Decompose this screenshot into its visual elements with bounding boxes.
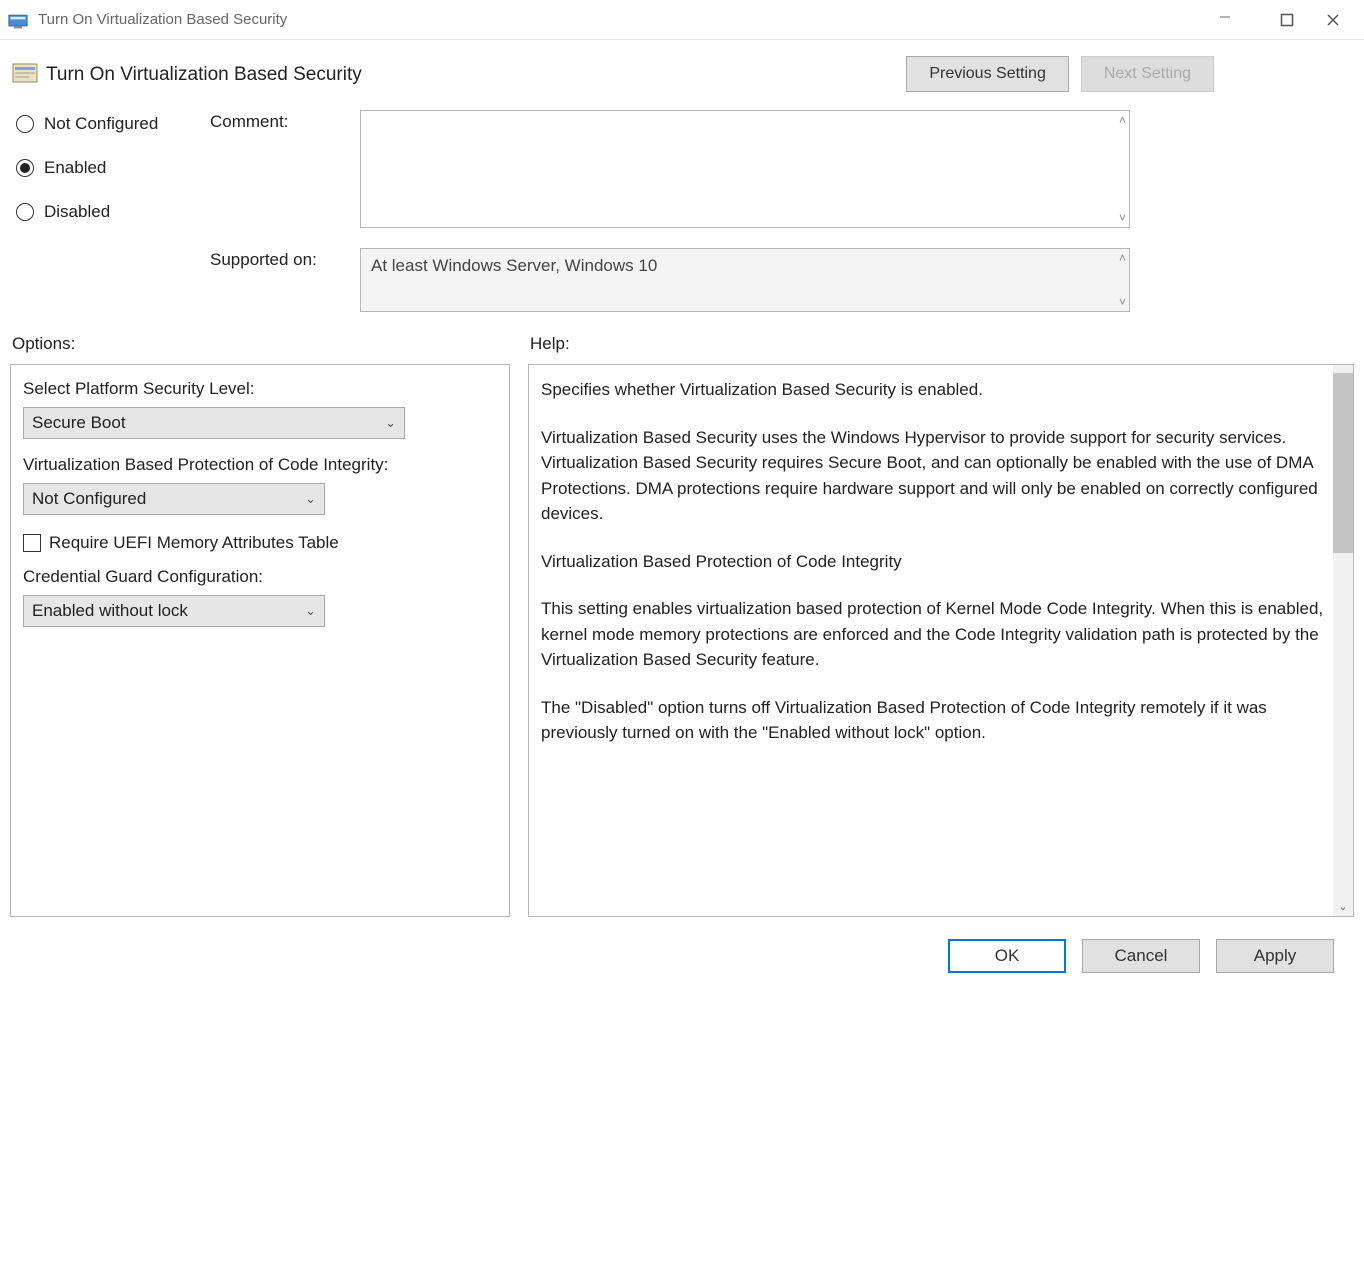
vbp-code-integrity-label: Virtualization Based Protection of Code …	[23, 455, 497, 475]
minimize-button[interactable]	[1218, 6, 1264, 34]
scroll-down-icon[interactable]: ˅	[1119, 295, 1126, 309]
select-value: Not Configured	[32, 489, 146, 509]
window-titlebar: Turn On Virtualization Based Security	[0, 0, 1364, 40]
header-row: Turn On Virtualization Based Security Pr…	[10, 50, 1354, 110]
radio-disabled[interactable]: Disabled	[16, 202, 210, 222]
apply-button[interactable]: Apply	[1216, 939, 1334, 973]
radio-not-configured[interactable]: Not Configured	[16, 114, 210, 134]
radio-icon	[16, 115, 34, 133]
scroll-up-icon[interactable]: ˄	[1119, 251, 1126, 265]
supported-on-field: At least Windows Server, Windows 10 ˄ ˅	[360, 248, 1130, 312]
policy-icon	[12, 61, 38, 87]
window-title: Turn On Virtualization Based Security	[38, 11, 287, 28]
radio-icon	[16, 159, 34, 177]
next-setting-button[interactable]: Next Setting	[1081, 56, 1214, 92]
previous-setting-button[interactable]: Previous Setting	[906, 56, 1069, 92]
radio-label: Disabled	[44, 202, 110, 222]
comment-label: Comment:	[210, 110, 360, 132]
require-uefi-checkbox[interactable]: Require UEFI Memory Attributes Table	[23, 533, 497, 553]
close-button[interactable]	[1310, 6, 1356, 34]
platform-security-label: Select Platform Security Level:	[23, 379, 497, 399]
maximize-button[interactable]	[1264, 6, 1310, 34]
help-text: Specifies whether Virtualization Based S…	[529, 365, 1353, 916]
app-icon	[8, 11, 28, 29]
help-panel: Specifies whether Virtualization Based S…	[528, 364, 1354, 917]
help-paragraph: This setting enables virtualization base…	[541, 596, 1325, 673]
scrollbar-thumb[interactable]	[1333, 373, 1353, 553]
radio-label: Enabled	[44, 158, 106, 178]
options-label: Options:	[10, 334, 530, 354]
help-paragraph: Specifies whether Virtualization Based S…	[541, 377, 1325, 403]
help-scrollbar[interactable]: ⌄	[1333, 365, 1353, 916]
dialog-button-row: OK Cancel Apply	[10, 925, 1354, 997]
credential-guard-select[interactable]: Enabled without lock ⌄	[23, 595, 325, 627]
ok-button[interactable]: OK	[948, 939, 1066, 973]
supported-on-label: Supported on:	[210, 248, 360, 270]
credential-guard-label: Credential Guard Configuration:	[23, 567, 497, 587]
chevron-down-icon: ⌄	[305, 491, 316, 507]
help-paragraph: Virtualization Based Protection of Code …	[541, 549, 1325, 575]
chevron-down-icon: ⌄	[305, 603, 316, 619]
state-radio-group: Not Configured Enabled Disabled	[10, 110, 210, 246]
radio-label: Not Configured	[44, 114, 158, 134]
comment-field[interactable]: ˄ ˅	[360, 110, 1130, 228]
help-label: Help:	[530, 334, 1354, 354]
supported-on-value: At least Windows Server, Windows 10	[371, 256, 657, 275]
checkbox-label: Require UEFI Memory Attributes Table	[49, 533, 339, 553]
checkbox-icon	[23, 534, 41, 552]
platform-security-select[interactable]: Secure Boot ⌄	[23, 407, 405, 439]
page-title: Turn On Virtualization Based Security	[46, 62, 906, 86]
vbp-code-integrity-select[interactable]: Not Configured ⌄	[23, 483, 325, 515]
cancel-button[interactable]: Cancel	[1082, 939, 1200, 973]
help-paragraph: Virtualization Based Security uses the W…	[541, 425, 1325, 527]
help-paragraph: The "Disabled" option turns off Virtuali…	[541, 695, 1325, 746]
scroll-down-icon[interactable]: ˅	[1119, 211, 1126, 225]
chevron-down-icon: ⌄	[385, 415, 396, 431]
radio-enabled[interactable]: Enabled	[16, 158, 210, 178]
options-panel: Select Platform Security Level: Secure B…	[10, 364, 510, 917]
select-value: Enabled without lock	[32, 601, 188, 621]
radio-icon	[16, 203, 34, 221]
select-value: Secure Boot	[32, 413, 126, 433]
scroll-up-icon[interactable]: ˄	[1119, 113, 1126, 127]
scroll-down-icon[interactable]: ⌄	[1333, 896, 1353, 916]
